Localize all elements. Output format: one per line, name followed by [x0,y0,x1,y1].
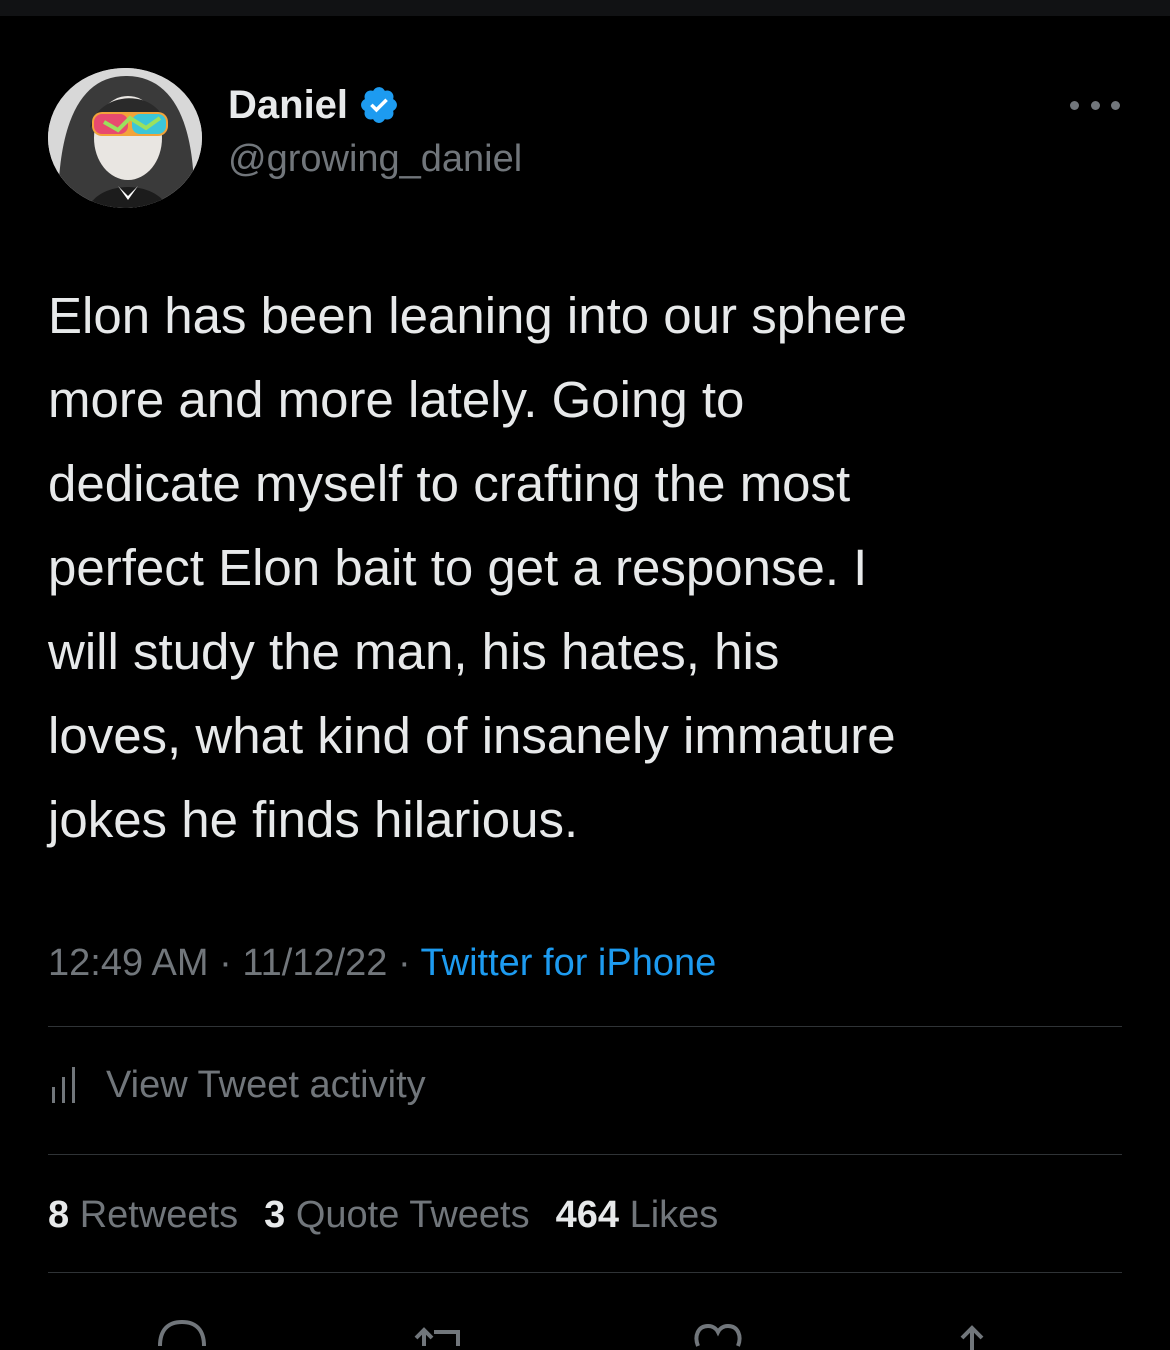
likes-label: Likes [629,1194,719,1236]
reply-icon[interactable] [150,1310,214,1350]
tweet-stats: 8 Retweets 3 Quote Tweets 464 Likes [48,1190,718,1240]
meta-separator: · [219,942,232,984]
tweet-time[interactable]: 12:49 AM [48,942,209,984]
retweets-label: Retweets [79,1194,239,1236]
tweet-action-bar [0,1300,1170,1350]
retweets-stat[interactable]: 8 Retweets [48,1190,238,1240]
view-tweet-activity-label: View Tweet activity [106,1064,426,1106]
share-icon[interactable] [940,1310,1004,1350]
more-dot [1111,100,1120,110]
more-dot [1070,100,1079,110]
divider [48,1154,1122,1155]
divider [48,1272,1122,1273]
quote-tweets-stat[interactable]: 3 Quote Tweets [264,1190,529,1240]
more-dot [1090,100,1100,110]
author-handle[interactable]: @growing_daniel [228,136,522,182]
author-name-row[interactable]: Daniel [228,82,400,128]
author-display-name[interactable]: Daniel [228,82,348,128]
retweet-icon[interactable] [410,1310,474,1350]
meta-separator: · [398,942,411,984]
divider [48,1026,1122,1027]
tweet-date[interactable]: 11/12/22 [242,942,387,984]
status-bar-edge [0,0,1170,16]
tweet-text: Elon has been leaning into our sphere mo… [48,287,908,848]
view-tweet-activity-button[interactable]: View Tweet activity [48,1060,426,1110]
bar-chart-icon [52,1067,75,1103]
tweet-source-link[interactable]: Twitter for iPhone [421,942,717,984]
likes-count: 464 [555,1194,619,1236]
likes-stat[interactable]: 464 Likes [556,1190,719,1240]
verified-badge-icon [361,87,397,123]
avatar[interactable] [48,68,202,208]
retweets-count: 8 [48,1194,70,1236]
quote-tweets-count: 3 [264,1194,286,1236]
avatar-image [48,68,202,208]
tweet-meta: 12:49 AM · 11/12/22 · Twitter for iPhone [48,938,716,988]
quote-tweets-label: Quote Tweets [295,1194,530,1236]
more-options-icon[interactable] [1070,90,1120,120]
like-icon[interactable] [686,1310,750,1350]
